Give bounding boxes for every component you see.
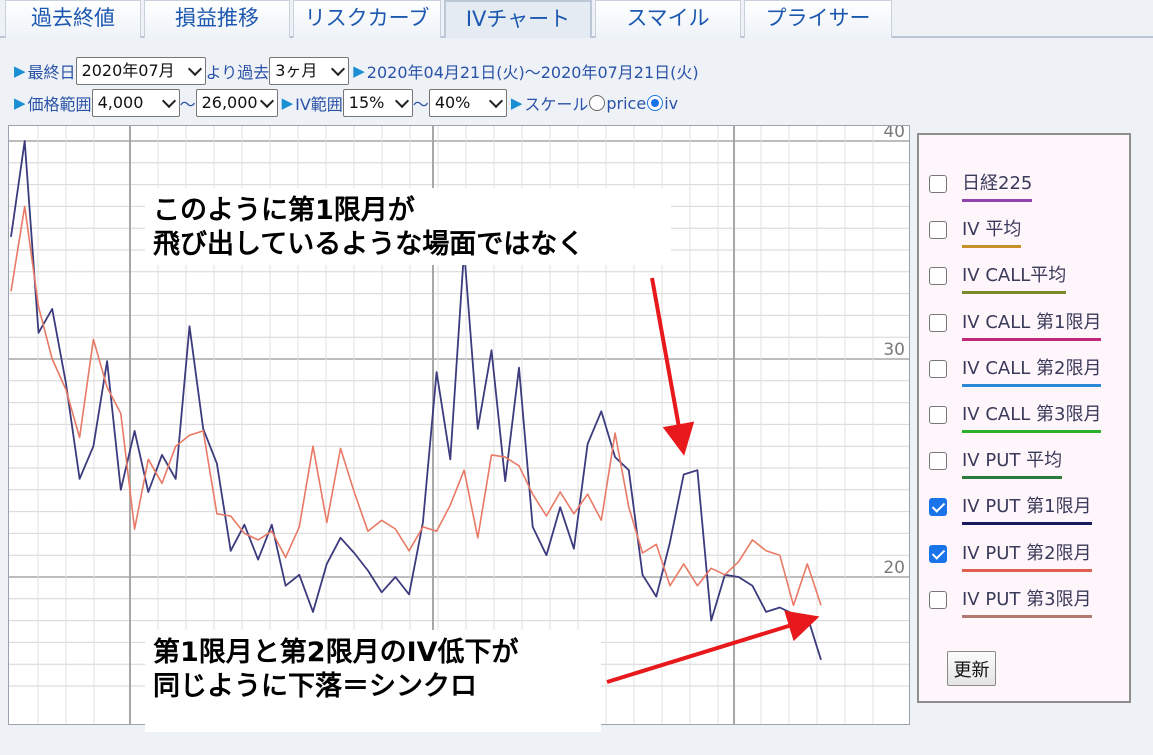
iv-max-value: 40% — [434, 93, 471, 112]
annotation-bottom: 第1限月と第2限月のIV低下が 同じように下落＝シンクロ — [145, 630, 601, 732]
legend-label: IV CALL 第1限月 — [962, 310, 1102, 341]
tab-pnl-trend[interactable]: 損益推移 — [144, 0, 290, 38]
scale-price-radio[interactable] — [589, 95, 606, 111]
iv-chart-app: 過去終値 損益推移 リスクカーブ IVチャート スマイル プライサー ▶ 最終日… — [0, 0, 1153, 755]
period-select[interactable]: 3ヶ月 — [269, 57, 350, 85]
tab-past-close[interactable]: 過去終値 — [5, 0, 141, 38]
play-triangle-icon: ▶ — [510, 94, 523, 112]
y-tick-label: 30 — [883, 340, 905, 360]
legend-label: IV CALL 第2限月 — [962, 356, 1102, 387]
scale-price-label: price — [606, 93, 647, 113]
price-min-select[interactable]: 4,000 — [91, 89, 180, 117]
y-tick-label: 40 — [883, 126, 905, 142]
last-day-label: 最終日 — [27, 63, 76, 82]
legend-label: IV 平均 — [962, 217, 1022, 249]
tilde-separator: ～ — [179, 95, 196, 114]
annotation-top-line-1: このように第1限月が — [153, 195, 415, 226]
iv-max-select[interactable]: 40% — [428, 89, 507, 117]
play-triangle-icon: ▶ — [14, 94, 26, 112]
tab-smile[interactable]: スマイル — [595, 0, 741, 38]
iv-min-value: 15% — [348, 93, 385, 112]
scale-iv-label: iv — [664, 93, 679, 113]
chevron-down-icon — [259, 93, 274, 109]
chevron-down-icon — [394, 93, 409, 109]
scale-label: スケール — [524, 95, 589, 114]
last-day-value: 2020年07月 — [81, 61, 175, 80]
play-triangle-icon: ▶ — [353, 62, 365, 80]
legend-checkbox[interactable] — [929, 175, 947, 193]
tab-iv-chart[interactable]: IVチャート — [444, 0, 592, 38]
tab-risk-curve[interactable]: リスクカーブ — [293, 0, 441, 38]
legend-label: 日経225 — [962, 171, 1033, 202]
annotation-bottom-line-1: 第1限月と第2限月のIV低下が — [153, 637, 519, 668]
legend-checkbox[interactable] — [929, 452, 947, 471]
annotation-top-line-2: 飛び出しているような場面ではなく — [153, 229, 585, 260]
legend-label: IV PUT 第1限月 — [962, 494, 1092, 526]
legend-checkbox[interactable] — [929, 590, 947, 609]
tab-pricer[interactable]: プライサー — [744, 0, 892, 38]
scale-iv-radio[interactable] — [647, 95, 664, 111]
legend-checkbox[interactable] — [929, 313, 947, 332]
price-max-value: 26,000 — [201, 93, 258, 112]
price-min-value: 4,000 — [97, 93, 144, 112]
legend-checkbox[interactable] — [929, 221, 947, 240]
annotation-top: このように第1限月が 飛び出しているような場面ではなく — [145, 188, 671, 265]
legend-label: IV CALL 第3限月 — [962, 402, 1102, 433]
legend-checkbox[interactable] — [929, 498, 947, 517]
price-max-select[interactable]: 26,000 — [195, 89, 278, 117]
series-legend-panel: 日経225 IV 平均 IV CALL平均 IV CALL 第1限月 IV CALL 第… — [917, 133, 1131, 703]
legend-label: IV PUT 第2限月 — [962, 541, 1092, 572]
chevron-down-icon — [161, 93, 176, 109]
tab-bar: 過去終値 損益推移 リスクカーブ IVチャート スマイル プライサー — [0, 0, 1153, 38]
play-triangle-icon: ▶ — [14, 62, 26, 80]
legend-label: IV PUT 第3限月 — [962, 587, 1092, 618]
y-tick-label: 20 — [883, 558, 905, 578]
control-row-date: ▶ 最終日 2020年07月 より過去 3ヶ月 ▶ 2020年04月21日(火)… — [14, 57, 699, 85]
period-value: 3ヶ月 — [275, 61, 318, 80]
control-row-range: ▶ 価格範囲 4,000 ～ 26,000 ▶ IV範囲 15% ～ 40% ▶… — [14, 89, 678, 117]
chevron-down-icon — [488, 93, 503, 109]
iv-range-label: IV範囲 — [295, 95, 343, 114]
annotation-bottom-line-2: 同じように下落＝シンクロ — [153, 671, 477, 702]
legend-label: IV CALL平均 — [962, 263, 1067, 295]
legend-label: IV PUT 平均 — [962, 448, 1063, 480]
legend-checkbox[interactable] — [929, 544, 947, 563]
iv-min-select[interactable]: 15% — [342, 89, 413, 117]
last-day-select[interactable]: 2020年07月 — [75, 57, 206, 85]
chevron-down-icon — [331, 61, 346, 77]
series-line — [10, 205, 822, 607]
price-range-label: 価格範囲 — [27, 95, 92, 114]
tilde-separator: ～ — [412, 95, 429, 114]
chevron-down-icon — [187, 61, 202, 77]
date-range-text: 2020年04月21日(火)～2020年07月21日(火) — [366, 63, 699, 82]
update-button[interactable]: 更新 — [947, 651, 996, 686]
play-triangle-icon: ▶ — [281, 94, 294, 112]
legend-checkbox[interactable] — [929, 406, 947, 424]
period-label: より過去 — [205, 63, 270, 82]
legend-checkbox[interactable] — [929, 267, 947, 286]
legend-checkbox[interactable] — [929, 359, 947, 378]
